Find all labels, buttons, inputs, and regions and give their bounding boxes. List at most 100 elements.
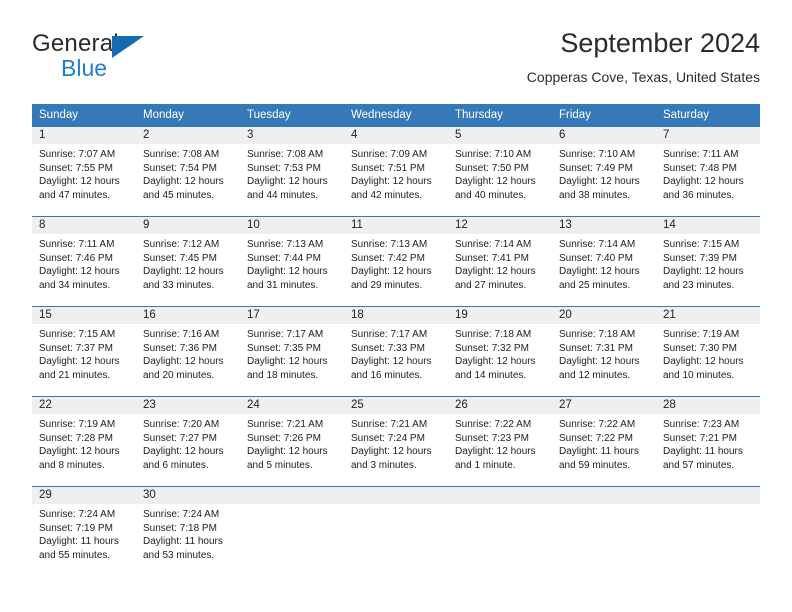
calendar-day-cell-empty bbox=[656, 486, 760, 576]
calendar-day-cell[interactable]: 24 Sunrise: 7:21 AM Sunset: 7:26 PM Dayligh… bbox=[240, 396, 344, 486]
day-sunset-text: Sunset: 7:49 PM bbox=[559, 162, 633, 174]
day-daylight2-text: and 33 minutes. bbox=[143, 279, 215, 291]
calendar-week-row: 22 Sunrise: 7:19 AM Sunset: 7:28 PM Dayligh… bbox=[32, 396, 760, 486]
day-sunrise-text: Sunrise: 7:14 AM bbox=[455, 239, 532, 250]
logo-triangle-icon bbox=[112, 36, 144, 58]
calendar-day-cell[interactable]: 2 Sunrise: 7:08 AM Sunset: 7:54 PM Daylight… bbox=[136, 126, 240, 216]
day-daylight1-text: Daylight: 12 hours bbox=[143, 176, 224, 188]
calendar-day-cell[interactable]: 7 Sunrise: 7:11 AM Sunset: 7:48 PM Daylight… bbox=[656, 126, 760, 216]
calendar-day-cell[interactable]: 15 Sunrise: 7:15 AM Sunset: 7:37 PM Dayligh… bbox=[32, 306, 136, 396]
calendar-day-cell[interactable]: 8 Sunrise: 7:11 AM Sunset: 7:46 PM Daylight… bbox=[32, 216, 136, 306]
day-cell-inner: 15 Sunrise: 7:15 AM Sunset: 7:37 PM Dayligh… bbox=[32, 306, 136, 396]
day-details: Sunrise: 7:15 AM Sunset: 7:37 PM Daylight:… bbox=[32, 324, 136, 382]
weekday-header-thursday: Thursday bbox=[448, 104, 552, 126]
day-sunrise-text: Sunrise: 7:22 AM bbox=[559, 419, 636, 430]
day-number bbox=[240, 486, 344, 504]
day-cell-inner bbox=[344, 486, 448, 576]
calendar-body: 1 Sunrise: 7:07 AM Sunset: 7:55 PM Daylight… bbox=[32, 126, 760, 576]
calendar-day-cell[interactable]: 19 Sunrise: 7:18 AM Sunset: 7:32 PM Dayligh… bbox=[448, 306, 552, 396]
day-sunrise-text: Sunrise: 7:20 AM bbox=[143, 419, 220, 430]
calendar-day-cell[interactable]: 1 Sunrise: 7:07 AM Sunset: 7:55 PM Daylight… bbox=[32, 126, 136, 216]
calendar-day-cell[interactable]: 11 Sunrise: 7:13 AM Sunset: 7:42 PM Dayligh… bbox=[344, 216, 448, 306]
calendar-table: Sunday Monday Tuesday Wednesday Thursday Frid… bbox=[32, 104, 760, 576]
day-sunrise-text: Sunrise: 7:16 AM bbox=[143, 329, 220, 340]
calendar-day-cell[interactable]: 27 Sunrise: 7:22 AM Sunset: 7:22 PM Dayligh… bbox=[552, 396, 656, 486]
day-number bbox=[656, 486, 760, 504]
day-sunrise-text: Sunrise: 7:15 AM bbox=[663, 239, 740, 250]
day-daylight1-text: Daylight: 12 hours bbox=[455, 266, 536, 278]
day-cell-inner: 16 Sunrise: 7:16 AM Sunset: 7:36 PM Dayligh… bbox=[136, 306, 240, 396]
calendar-day-cell[interactable]: 23 Sunrise: 7:20 AM Sunset: 7:27 PM Dayligh… bbox=[136, 396, 240, 486]
day-daylight1-text: Daylight: 12 hours bbox=[39, 176, 120, 188]
weekday-header-tuesday: Tuesday bbox=[240, 104, 344, 126]
day-cell-inner: 17 Sunrise: 7:17 AM Sunset: 7:35 PM Dayligh… bbox=[240, 306, 344, 396]
day-details: Sunrise: 7:24 AM Sunset: 7:19 PM Daylight:… bbox=[32, 504, 136, 562]
day-cell-inner: 25 Sunrise: 7:21 AM Sunset: 7:24 PM Dayligh… bbox=[344, 396, 448, 486]
day-daylight2-text: and 10 minutes. bbox=[663, 369, 735, 381]
day-details: Sunrise: 7:19 AM Sunset: 7:30 PM Daylight:… bbox=[656, 324, 760, 382]
calendar-page: General Blue September 2024 Copperas Cov… bbox=[0, 0, 792, 612]
day-daylight2-text: and 55 minutes. bbox=[39, 549, 111, 561]
calendar-day-cell[interactable]: 18 Sunrise: 7:17 AM Sunset: 7:33 PM Dayligh… bbox=[344, 306, 448, 396]
calendar-day-cell[interactable]: 16 Sunrise: 7:16 AM Sunset: 7:36 PM Dayligh… bbox=[136, 306, 240, 396]
day-number: 27 bbox=[552, 396, 656, 414]
day-number: 6 bbox=[552, 126, 656, 144]
day-details: Sunrise: 7:17 AM Sunset: 7:33 PM Daylight:… bbox=[344, 324, 448, 382]
calendar-day-cell[interactable]: 5 Sunrise: 7:10 AM Sunset: 7:50 PM Daylight… bbox=[448, 126, 552, 216]
day-daylight2-text: and 57 minutes. bbox=[663, 459, 735, 471]
day-sunrise-text: Sunrise: 7:14 AM bbox=[559, 239, 636, 250]
calendar-day-cell[interactable]: 3 Sunrise: 7:08 AM Sunset: 7:53 PM Daylight… bbox=[240, 126, 344, 216]
calendar-day-cell[interactable]: 28 Sunrise: 7:23 AM Sunset: 7:21 PM Dayligh… bbox=[656, 396, 760, 486]
day-sunset-text: Sunset: 7:50 PM bbox=[455, 162, 529, 174]
calendar-day-cell[interactable]: 17 Sunrise: 7:17 AM Sunset: 7:35 PM Dayligh… bbox=[240, 306, 344, 396]
day-details: Sunrise: 7:21 AM Sunset: 7:24 PM Daylight:… bbox=[344, 414, 448, 472]
calendar-day-cell[interactable]: 21 Sunrise: 7:19 AM Sunset: 7:30 PM Dayligh… bbox=[656, 306, 760, 396]
day-daylight1-text: Daylight: 12 hours bbox=[143, 266, 224, 278]
day-sunset-text: Sunset: 7:28 PM bbox=[39, 432, 113, 444]
calendar-day-cell[interactable]: 10 Sunrise: 7:13 AM Sunset: 7:44 PM Dayligh… bbox=[240, 216, 344, 306]
day-daylight1-text: Daylight: 12 hours bbox=[351, 356, 432, 368]
calendar-day-cell[interactable]: 26 Sunrise: 7:22 AM Sunset: 7:23 PM Dayligh… bbox=[448, 396, 552, 486]
day-cell-inner: 21 Sunrise: 7:19 AM Sunset: 7:30 PM Dayligh… bbox=[656, 306, 760, 396]
day-sunset-text: Sunset: 7:36 PM bbox=[143, 342, 217, 354]
calendar-day-cell[interactable]: 12 Sunrise: 7:14 AM Sunset: 7:41 PM Dayligh… bbox=[448, 216, 552, 306]
day-number: 25 bbox=[344, 396, 448, 414]
logo-text-blue: Blue bbox=[61, 55, 108, 81]
calendar-day-cell[interactable]: 9 Sunrise: 7:12 AM Sunset: 7:45 PM Daylight… bbox=[136, 216, 240, 306]
calendar-day-cell[interactable]: 20 Sunrise: 7:18 AM Sunset: 7:31 PM Dayligh… bbox=[552, 306, 656, 396]
weekday-header-monday: Monday bbox=[136, 104, 240, 126]
calendar-day-cell[interactable]: 22 Sunrise: 7:19 AM Sunset: 7:28 PM Dayligh… bbox=[32, 396, 136, 486]
calendar-day-cell[interactable]: 13 Sunrise: 7:14 AM Sunset: 7:40 PM Dayligh… bbox=[552, 216, 656, 306]
day-number: 8 bbox=[32, 216, 136, 234]
day-daylight1-text: Daylight: 12 hours bbox=[247, 446, 328, 458]
day-daylight2-text: and 1 minute. bbox=[455, 459, 516, 471]
day-daylight2-text: and 25 minutes. bbox=[559, 279, 631, 291]
day-daylight1-text: Daylight: 12 hours bbox=[351, 266, 432, 278]
day-sunrise-text: Sunrise: 7:19 AM bbox=[663, 329, 740, 340]
day-sunset-text: Sunset: 7:23 PM bbox=[455, 432, 529, 444]
weekday-header-friday: Friday bbox=[552, 104, 656, 126]
day-sunrise-text: Sunrise: 7:15 AM bbox=[39, 329, 116, 340]
calendar-day-cell[interactable]: 30 Sunrise: 7:24 AM Sunset: 7:18 PM Dayligh… bbox=[136, 486, 240, 576]
day-cell-inner: 9 Sunrise: 7:12 AM Sunset: 7:45 PM Daylight… bbox=[136, 216, 240, 306]
calendar-day-cell[interactable]: 6 Sunrise: 7:10 AM Sunset: 7:49 PM Daylight… bbox=[552, 126, 656, 216]
day-cell-inner: 29 Sunrise: 7:24 AM Sunset: 7:19 PM Dayligh… bbox=[32, 486, 136, 576]
calendar-day-cell[interactable]: 25 Sunrise: 7:21 AM Sunset: 7:24 PM Dayligh… bbox=[344, 396, 448, 486]
day-sunset-text: Sunset: 7:32 PM bbox=[455, 342, 529, 354]
day-details: Sunrise: 7:15 AM Sunset: 7:39 PM Daylight:… bbox=[656, 234, 760, 292]
day-sunrise-text: Sunrise: 7:09 AM bbox=[351, 149, 428, 160]
day-sunrise-text: Sunrise: 7:22 AM bbox=[455, 419, 532, 430]
day-sunset-text: Sunset: 7:18 PM bbox=[143, 522, 217, 534]
day-cell-inner: 30 Sunrise: 7:24 AM Sunset: 7:18 PM Dayligh… bbox=[136, 486, 240, 576]
calendar-day-cell-empty bbox=[240, 486, 344, 576]
calendar-day-cell[interactable]: 14 Sunrise: 7:15 AM Sunset: 7:39 PM Dayligh… bbox=[656, 216, 760, 306]
calendar-day-cell[interactable]: 4 Sunrise: 7:09 AM Sunset: 7:51 PM Daylight… bbox=[344, 126, 448, 216]
day-number bbox=[344, 486, 448, 504]
day-number: 19 bbox=[448, 306, 552, 324]
day-details: Sunrise: 7:09 AM Sunset: 7:51 PM Daylight:… bbox=[344, 144, 448, 202]
day-sunset-text: Sunset: 7:24 PM bbox=[351, 432, 425, 444]
calendar-day-cell[interactable]: 29 Sunrise: 7:24 AM Sunset: 7:19 PM Dayligh… bbox=[32, 486, 136, 576]
day-sunset-text: Sunset: 7:46 PM bbox=[39, 252, 113, 264]
day-cell-inner: 8 Sunrise: 7:11 AM Sunset: 7:46 PM Daylight… bbox=[32, 216, 136, 306]
day-cell-inner: 23 Sunrise: 7:20 AM Sunset: 7:27 PM Dayligh… bbox=[136, 396, 240, 486]
